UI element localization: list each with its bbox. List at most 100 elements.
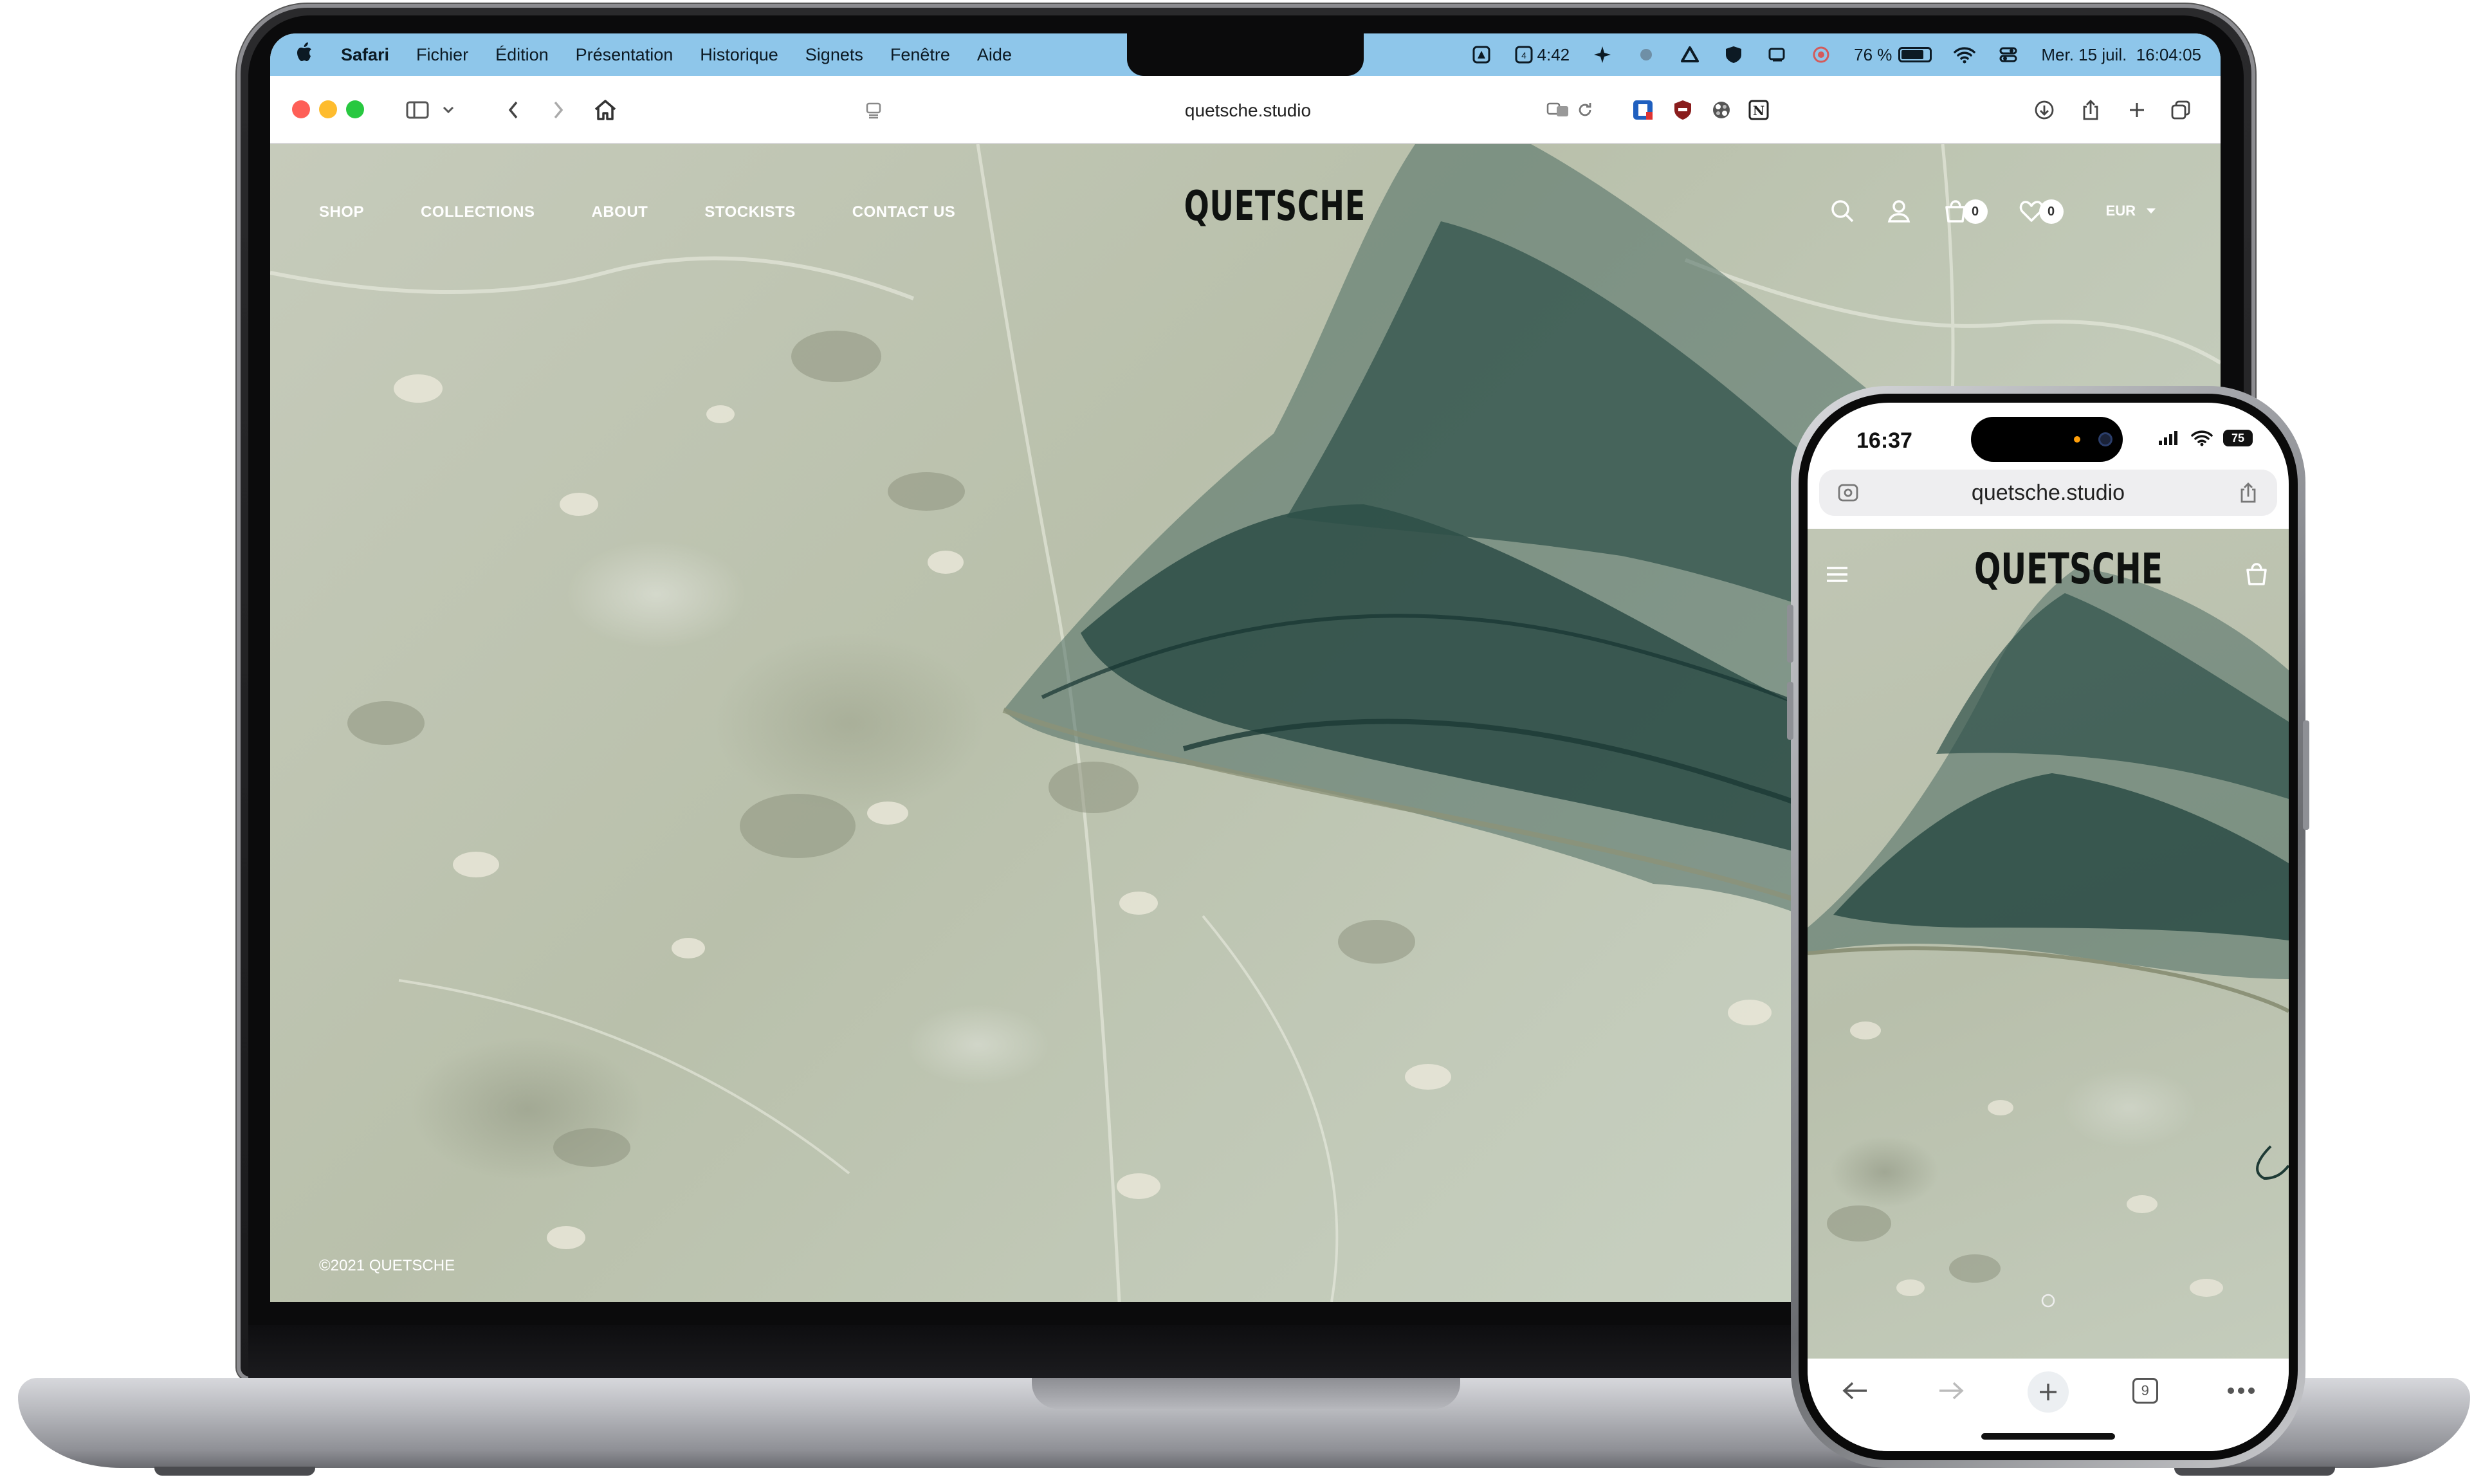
timer-text: 4:42 (1537, 44, 1570, 64)
battery-status[interactable]: 76 % (1854, 45, 1932, 65)
hamburger-menu-icon[interactable] (1824, 565, 1850, 587)
copyright-text: ©2021 QUETSCHE (319, 1257, 455, 1274)
front-camera (2098, 432, 2112, 446)
wifi-icon (2191, 430, 2213, 446)
drive-icon[interactable] (1471, 44, 1492, 66)
home-icon[interactable] (591, 95, 620, 125)
dot-icon[interactable] (1635, 44, 1657, 66)
volume-button (1787, 682, 1793, 740)
share-icon[interactable] (2078, 95, 2103, 125)
macbook-foot (2174, 1467, 2335, 1476)
battery-icon (1898, 47, 1932, 62)
camera-notch (1127, 33, 1364, 76)
bitwarden-extension-icon[interactable] (1630, 95, 1656, 125)
wishlist-count-badge: 0 (2039, 199, 2064, 224)
currency-label: EUR (2105, 203, 2136, 219)
back-icon[interactable] (500, 95, 526, 125)
forward-arrow-icon[interactable] (1932, 1371, 1970, 1410)
ios-url-text: quetsche.studio (1971, 480, 2125, 505)
shield-icon[interactable] (1723, 44, 1745, 66)
translate-icon[interactable] (1545, 95, 1571, 125)
minimize-window-button[interactable] (319, 100, 337, 118)
caret-down-icon (2147, 208, 2156, 214)
mirroring-icon[interactable] (1766, 44, 1788, 66)
volume-button (1787, 605, 1793, 663)
safari-toolbar: quetsche.studio N (270, 76, 2221, 144)
sparkle-icon[interactable] (1591, 44, 1613, 66)
adblock-shield-icon[interactable] (1670, 95, 1696, 125)
macbook-base-notch (1032, 1378, 1460, 1409)
cart-count-badge: 0 (1963, 199, 1988, 224)
site-logo[interactable]: QUETSCHE (1184, 183, 1366, 230)
chevron-down-icon[interactable] (439, 95, 458, 125)
downloads-icon[interactable] (2031, 95, 2057, 125)
tab-overview-icon[interactable] (2168, 95, 2194, 125)
ios-battery: 75 (2223, 430, 2253, 446)
svg-text:N: N (1753, 103, 1764, 118)
tabs-count-button[interactable]: 9 (2126, 1371, 2165, 1410)
macbook-foot (154, 1467, 315, 1476)
nav-about[interactable]: ABOUT (592, 203, 648, 221)
apple-menu-icon[interactable] (295, 42, 314, 67)
nav-stockists[interactable]: STOCKISTS (704, 203, 795, 221)
nav-shop[interactable]: SHOP (319, 203, 364, 221)
mobile-cart-icon[interactable] (2244, 561, 2269, 590)
side-button (2303, 720, 2309, 830)
svg-text:4: 4 (1521, 50, 1526, 60)
close-window-button[interactable] (292, 100, 310, 118)
nav-collections[interactable]: COLLECTIONS (421, 203, 535, 221)
new-tab-plus-icon[interactable] (2124, 95, 2150, 125)
reader-icon[interactable] (861, 95, 886, 125)
currency-selector[interactable]: EUR (2106, 203, 2156, 219)
wifi-icon[interactable] (1954, 44, 1976, 66)
sidebar-toggle-icon[interactable] (403, 95, 432, 125)
menu-fenetre[interactable]: Fenêtre (890, 45, 950, 65)
menu-historique[interactable]: Historique (700, 45, 778, 65)
ios-address-bar[interactable]: quetsche.studio (1819, 470, 2277, 516)
dynamic-island (1971, 417, 2123, 462)
mobile-website-hero: QUETSCHE (1808, 529, 2289, 1359)
page-settings-icon[interactable] (1837, 482, 1859, 503)
menu-safari[interactable]: Safari (341, 45, 389, 65)
zoom-window-button[interactable] (346, 100, 364, 118)
address-bar[interactable]: quetsche.studio (1068, 98, 1428, 124)
timer-status[interactable]: 4 4:42 (1514, 45, 1570, 65)
ios-status-icons: 75 (2158, 430, 2253, 446)
menu-aide[interactable]: Aide (977, 45, 1012, 65)
site-header-actions: 0 0 EUR (1828, 197, 2156, 225)
menu-bar-status-area: 4 4:42 76 % Mer. 15 juil. 16:04:05 (1471, 33, 2201, 76)
back-arrow-icon[interactable] (1836, 1371, 1874, 1410)
menu-signets[interactable]: Signets (805, 45, 863, 65)
menu-edition[interactable]: Édition (495, 45, 549, 65)
extension-puzzle-icon[interactable] (1709, 95, 1734, 125)
record-icon[interactable] (1810, 44, 1832, 66)
triangle-icon[interactable] (1679, 44, 1701, 66)
forward-icon[interactable] (545, 95, 571, 125)
timer-icon: 4 (1515, 46, 1533, 64)
reload-icon[interactable] (1572, 95, 1598, 125)
more-options-icon[interactable] (2222, 1371, 2260, 1410)
menu-presentation[interactable]: Présentation (576, 45, 673, 65)
battery-percent: 76 % (1854, 44, 1892, 64)
notion-extension-icon[interactable]: N (1746, 95, 1772, 125)
search-icon[interactable] (1828, 197, 1856, 225)
tabs-count: 9 (2132, 1378, 2158, 1404)
share-icon[interactable] (2239, 481, 2258, 504)
cart-icon[interactable]: 0 (1941, 197, 1988, 225)
ios-status-bar: 16:37 75 (1808, 403, 2289, 473)
mobile-hero-image (1808, 567, 2289, 1308)
mobile-site-logo[interactable]: QUETSCHE (1974, 544, 2163, 594)
account-icon[interactable] (1885, 197, 1913, 225)
main-navigation: SHOP COLLECTIONS ABOUT STOCKISTS CONTACT… (319, 203, 955, 221)
wishlist-heart-icon[interactable]: 0 (2017, 197, 2064, 225)
iphone-screen: 16:37 75 quetsche.studio QUETSCHE 9 (1808, 403, 2289, 1451)
nav-contact-us[interactable]: CONTACT US (852, 203, 956, 221)
control-center-icon[interactable] (1997, 44, 2019, 66)
home-indicator (1981, 1433, 2115, 1440)
ios-clock: 16:37 (1856, 428, 1912, 453)
clock-datetime[interactable]: Mer. 15 juil. 16:04:05 (2041, 45, 2201, 65)
cellular-signal-icon (2159, 431, 2177, 445)
new-tab-plus-icon[interactable] (2027, 1371, 2069, 1413)
menu-fichier[interactable]: Fichier (416, 45, 468, 65)
privacy-indicator-dot (2074, 436, 2080, 443)
